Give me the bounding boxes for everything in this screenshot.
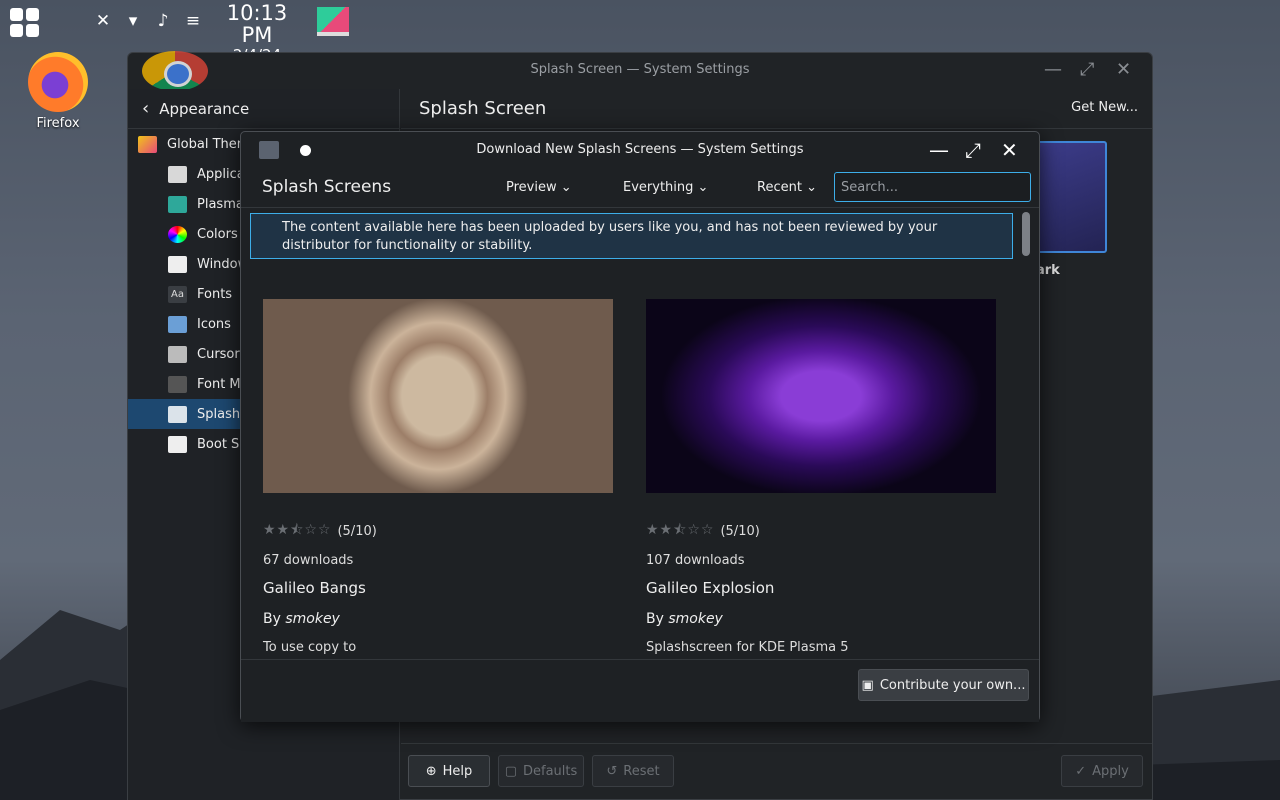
star-icon: ★★⯪☆☆ (646, 522, 715, 538)
chevron-down-icon: ⌄ (806, 180, 817, 195)
firefox-label: Firefox (36, 116, 80, 131)
author-prefix: By (646, 611, 664, 627)
rating: ★★⯪☆☆ (5/10) (263, 519, 613, 543)
chevron-down-icon: ⌄ (697, 180, 709, 195)
content-warning-notice: The content available here has been uplo… (250, 213, 1013, 259)
item-name[interactable]: Galileo Bangs (263, 579, 613, 597)
minimize-icon[interactable]: — (929, 138, 949, 162)
defaults-icon: ▢ (504, 763, 517, 779)
page-title: Splash Screen (419, 98, 547, 119)
window-decorations-icon (168, 255, 187, 273)
sidebar-item-label: Fonts (197, 286, 233, 302)
author-name[interactable]: smokey (285, 611, 340, 627)
clock-time: 10:13 PM (226, 1, 288, 47)
filter-dropdown-label: Everything (623, 180, 694, 195)
application-style-icon (168, 165, 187, 183)
sidebar-item-label: Applica (197, 166, 245, 182)
search-input[interactable] (834, 172, 1031, 202)
help-label: Help (442, 763, 473, 779)
item-name[interactable]: Galileo Explosion (646, 579, 996, 597)
sort-dropdown-label: Recent (757, 180, 802, 195)
theme-thumbnail[interactable] (1033, 141, 1107, 253)
sidebar-item-label: Plasma (197, 196, 244, 212)
defaults-button[interactable]: ▢ Defaults (498, 755, 584, 787)
reset-label: Reset (623, 763, 660, 779)
sidebar-item-label: Colors (197, 226, 238, 242)
sidebar-back-button[interactable]: ‹ Appearance (128, 89, 399, 129)
desktop-icon-firefox[interactable]: Firefox (22, 52, 94, 131)
mute-microphone-icon[interactable]: ✕ (92, 10, 114, 32)
item-author: By smokey (263, 611, 613, 627)
volume-icon[interactable]: ♪ (152, 10, 174, 32)
item-preview-image[interactable] (646, 299, 996, 493)
item-author: By smokey (646, 611, 996, 627)
menu-icon[interactable]: ≡ (182, 10, 204, 32)
star-icon: ★★⯪☆☆ (263, 522, 332, 538)
download-count: 67 downloads (263, 553, 354, 568)
author-name[interactable]: smokey (668, 611, 723, 627)
network-icon[interactable]: ▾ (122, 10, 144, 32)
reset-button[interactable]: ↺ Reset (592, 755, 674, 787)
contribute-label: Contribute your own... (879, 677, 1026, 693)
dialog-title: Download New Splash Screens — System Set… (476, 142, 804, 157)
settings-footer: ⊕ Help ▢ Defaults ↺ Reset ✓ Apply (401, 743, 1152, 799)
font-management-icon (168, 375, 187, 393)
content-header: Splash Screen Get New... (401, 89, 1152, 129)
item-preview-image[interactable] (263, 299, 613, 493)
get-new-button[interactable]: Get New... (1071, 100, 1138, 115)
window-title: Splash Screen — System Settings (530, 62, 750, 77)
firefox-icon (28, 52, 88, 112)
view-dropdown-label: Preview (506, 180, 557, 195)
top-panel: ✕ ▾ ♪ ≡ 10:13 PM 2/4/24 (0, 0, 1280, 64)
boot-splash-icon (168, 435, 187, 453)
apply-label: Apply (1092, 763, 1129, 779)
reset-icon: ↺ (606, 763, 618, 779)
help-button[interactable]: ⊕ Help (408, 755, 490, 787)
list-item[interactable]: ★★⯪☆☆ (5/10) 107 downloads Galileo Explos… (646, 299, 996, 655)
plasma-style-icon (168, 195, 187, 213)
defaults-label: Defaults (523, 763, 578, 779)
chevron-down-icon: ⌄ (560, 180, 572, 195)
rating: ★★⯪☆☆ (5/10) (646, 519, 996, 543)
chevron-left-icon: ‹ (142, 98, 150, 119)
sidebar-item-label: Icons (197, 316, 231, 332)
apply-icon: ✓ (1075, 763, 1087, 779)
maximize-icon[interactable]: ⤢ (965, 138, 981, 162)
list-item[interactable]: ★★⯪☆☆ (5/10) 67 downloads Galileo Bangs B… (263, 299, 613, 655)
task-system-settings-icon[interactable] (317, 7, 349, 36)
item-description: To use copy to (263, 640, 357, 655)
splash-screen-icon (168, 405, 187, 423)
close-icon[interactable]: ✕ (1116, 59, 1131, 80)
app-launcher-icon[interactable] (10, 8, 40, 38)
rating-text: (5/10) (337, 523, 377, 539)
upload-icon: ▣ (861, 677, 874, 693)
close-icon[interactable]: ✕ (1001, 138, 1018, 162)
contribute-button[interactable]: ▣ Contribute your own... (858, 669, 1029, 701)
apply-button[interactable]: ✓ Apply (1061, 755, 1143, 787)
filter-dropdown[interactable]: Everything ⌄ (623, 180, 708, 195)
fonts-icon: Aa (168, 285, 187, 303)
item-description: Splashscreen for KDE Plasma 5 (646, 640, 849, 655)
dialog-heading: Splash Screens (262, 177, 392, 197)
dialog-toolbar: Splash Screens Preview ⌄ Everything ⌄ Re… (241, 168, 1039, 208)
view-dropdown[interactable]: Preview ⌄ (506, 180, 572, 195)
cursors-icon (168, 345, 187, 363)
author-prefix: By (263, 611, 281, 627)
global-theme-icon (138, 135, 157, 153)
system-tray: ✕ ▾ ♪ ≡ (92, 10, 204, 32)
download-count: 107 downloads (646, 553, 745, 568)
maximize-icon[interactable]: ⤢ (1080, 59, 1094, 80)
minimize-icon[interactable]: — (1044, 59, 1062, 80)
rating-text: (5/10) (720, 523, 760, 539)
help-icon: ⊕ (425, 763, 437, 779)
scrollbar-handle[interactable] (1022, 212, 1030, 256)
colors-icon (168, 225, 187, 243)
download-dialog: Download New Splash Screens — System Set… (240, 131, 1040, 722)
sidebar-title: Appearance (159, 99, 250, 118)
icons-icon (168, 315, 187, 333)
dialog-footer: ▣ Contribute your own... (241, 659, 1039, 722)
sort-dropdown[interactable]: Recent ⌄ (757, 180, 817, 195)
